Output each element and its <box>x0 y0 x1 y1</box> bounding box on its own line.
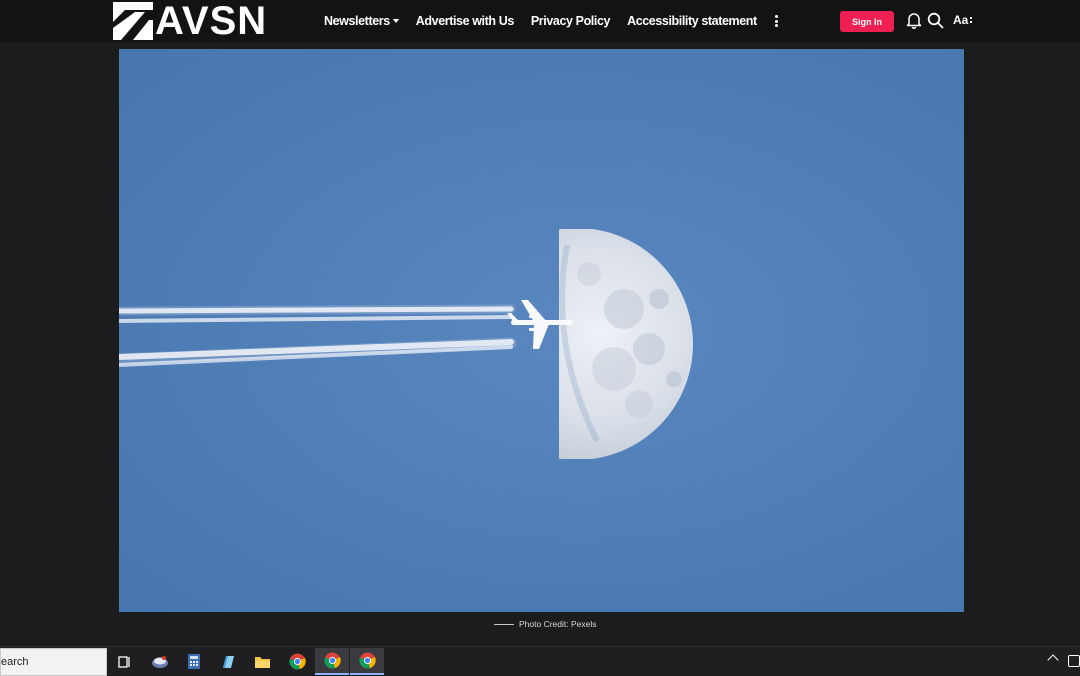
font-size-dots-icon <box>970 16 973 24</box>
nav-accessibility-statement[interactable]: Accessibility statement <box>627 14 757 28</box>
taskbar-search-input[interactable]: earch <box>0 648 107 676</box>
windows-taskbar: earch <box>0 646 1080 676</box>
main-nav: Newsletters Advertise with Us Privacy Po… <box>324 0 778 42</box>
moon-airplane-photo <box>119 229 693 459</box>
nav-accessibility-statement-label: Accessibility statement <box>627 14 757 28</box>
sign-in-button[interactable]: Sign In <box>840 11 894 32</box>
file-explorer-icon[interactable] <box>245 648 279 675</box>
task-view-icon[interactable] <box>107 648 141 675</box>
taskbar-search-text: earch <box>1 656 29 668</box>
calculator-icon[interactable] <box>177 648 211 675</box>
chrome-icon[interactable] <box>280 648 314 675</box>
nav-newsletters[interactable]: Newsletters <box>324 14 399 28</box>
font-size-label: Aa <box>953 13 969 27</box>
logo-mark-icon <box>113 2 153 40</box>
hero-image <box>119 49 964 612</box>
nav-privacy-policy-label: Privacy Policy <box>530 14 611 28</box>
credit-divider <box>494 623 514 625</box>
logo-text: AVSN <box>155 0 268 43</box>
nav-advertise-label: Advertise with Us <box>415 14 514 28</box>
app-icon[interactable] <box>143 648 177 675</box>
font-size-toggle[interactable]: Aa <box>953 13 973 27</box>
notepad-icon[interactable] <box>211 648 245 675</box>
chrome-icon[interactable] <box>350 648 384 675</box>
photo-credit: Photo Credit: Pexels <box>494 618 596 630</box>
chevron-down-icon <box>392 19 399 23</box>
search-icon[interactable] <box>927 12 944 29</box>
nav-newsletters-label: Newsletters <box>324 14 390 28</box>
nav-privacy-policy[interactable]: Privacy Policy <box>530 14 611 28</box>
site-logo[interactable]: AVSN <box>113 0 268 43</box>
bell-icon[interactable] <box>906 12 922 29</box>
nav-advertise[interactable]: Advertise with Us <box>416 14 514 28</box>
more-vertical-icon[interactable] <box>774 15 778 27</box>
contrails <box>119 304 517 367</box>
site-header: AVSN Newsletters Advertise with Us Priva… <box>0 0 1080 42</box>
chrome-icon[interactable] <box>315 648 349 675</box>
chevron-up-icon[interactable] <box>1047 654 1059 666</box>
photo-credit-text: Photo Credit: Pexels <box>519 619 597 629</box>
tray-icon[interactable] <box>1068 655 1080 667</box>
